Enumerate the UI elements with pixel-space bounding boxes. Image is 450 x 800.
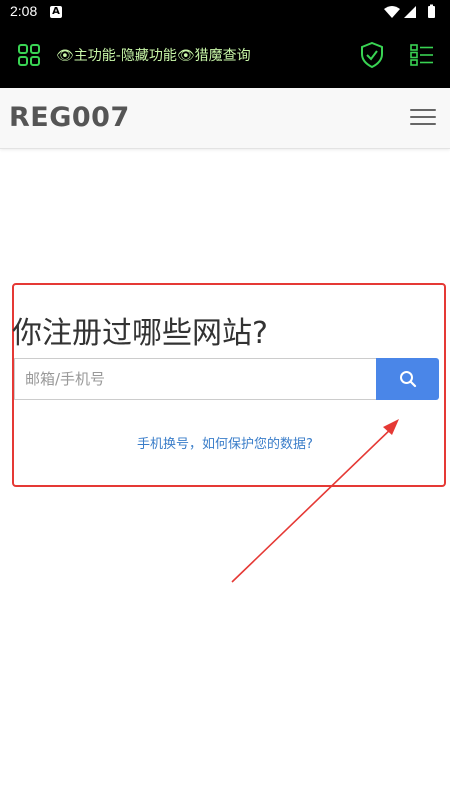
battery-icon xyxy=(428,4,435,18)
search-icon xyxy=(399,371,416,388)
app-toolbar: 👁主功能-隐藏功能👁猎魔查询 xyxy=(0,24,450,88)
shield-check-icon[interactable] xyxy=(360,41,384,72)
site-logo[interactable]: REG007 xyxy=(9,102,130,133)
site-header: REG007 xyxy=(0,88,450,149)
app-title: 👁主功能-隐藏功能👁猎魔查询 xyxy=(56,48,251,64)
search-input[interactable] xyxy=(14,358,377,400)
search-button[interactable] xyxy=(376,358,439,400)
privacy-link[interactable]: 手机换号，如何保护您的数据? xyxy=(0,433,450,452)
signal-icon xyxy=(404,6,416,18)
status-time: 2:08 xyxy=(10,3,38,19)
grid-icon[interactable] xyxy=(18,44,40,70)
page-question: 你注册过哪些网站? xyxy=(12,316,268,351)
notification-badge-icon: A xyxy=(50,6,62,18)
hamburger-menu-icon[interactable] xyxy=(410,109,436,127)
list-icon[interactable] xyxy=(410,44,434,70)
status-icons xyxy=(382,4,442,20)
wifi-icon xyxy=(384,6,400,18)
status-bar: 2:08 A xyxy=(0,0,450,24)
